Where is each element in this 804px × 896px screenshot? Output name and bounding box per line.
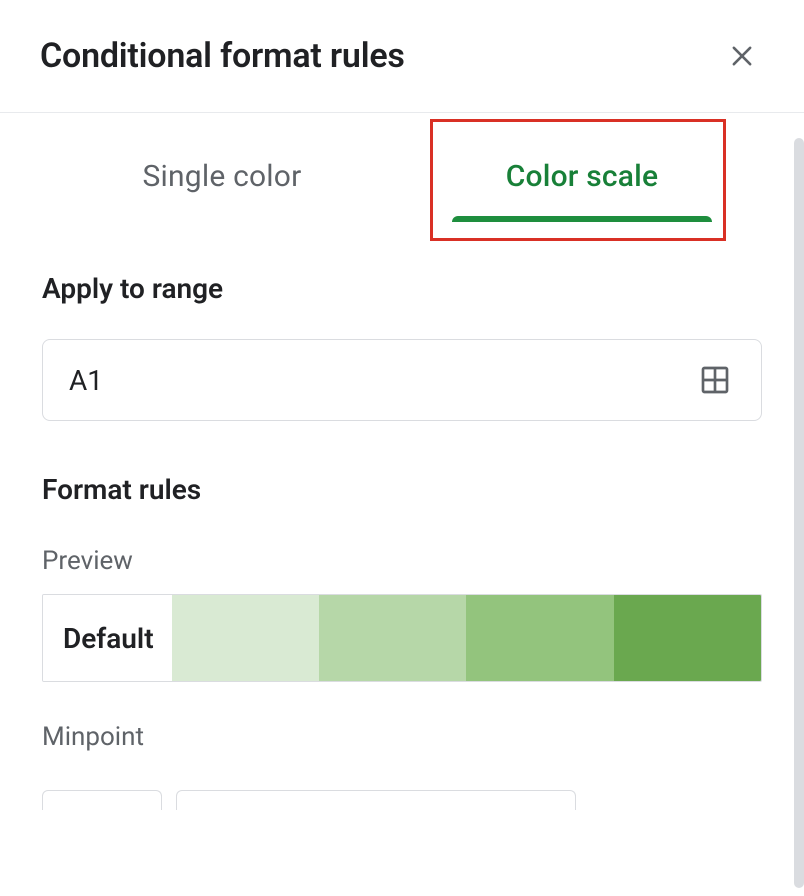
sidebar-title: Conditional format rules: [40, 36, 405, 76]
tab-color-scale-label: Color scale: [506, 159, 659, 194]
grid-icon: [699, 364, 731, 396]
tab-color-scale[interactable]: Color scale: [402, 137, 762, 220]
range-value: A1: [69, 364, 103, 397]
format-type-tabs: Single color Color scale: [0, 137, 804, 220]
preview-label: Preview: [42, 546, 762, 576]
preview-swatch-2: [319, 595, 466, 681]
tab-single-color-label: Single color: [143, 159, 302, 194]
minpoint-row: [42, 790, 762, 810]
minpoint-type-select[interactable]: [42, 790, 162, 810]
preview-swatch-4: [614, 595, 761, 681]
format-rules-title: Format rules: [42, 473, 762, 506]
preview-swatch-1: [172, 595, 319, 681]
tab-single-color[interactable]: Single color: [42, 137, 402, 220]
close-icon: [728, 42, 756, 70]
apply-to-range-title: Apply to range: [42, 272, 762, 305]
sidebar-header: Conditional format rules: [0, 0, 804, 113]
preview-scale-selector[interactable]: Default: [42, 594, 762, 682]
close-button[interactable]: [722, 36, 762, 76]
minpoint-label: Minpoint: [42, 722, 762, 752]
preview-default-label: Default: [43, 595, 172, 681]
preview-swatch-3: [466, 595, 613, 681]
select-range-button[interactable]: [695, 360, 735, 400]
minpoint-value-input[interactable]: [176, 790, 576, 810]
range-input[interactable]: A1: [42, 339, 762, 421]
scrollbar[interactable]: [794, 138, 804, 888]
